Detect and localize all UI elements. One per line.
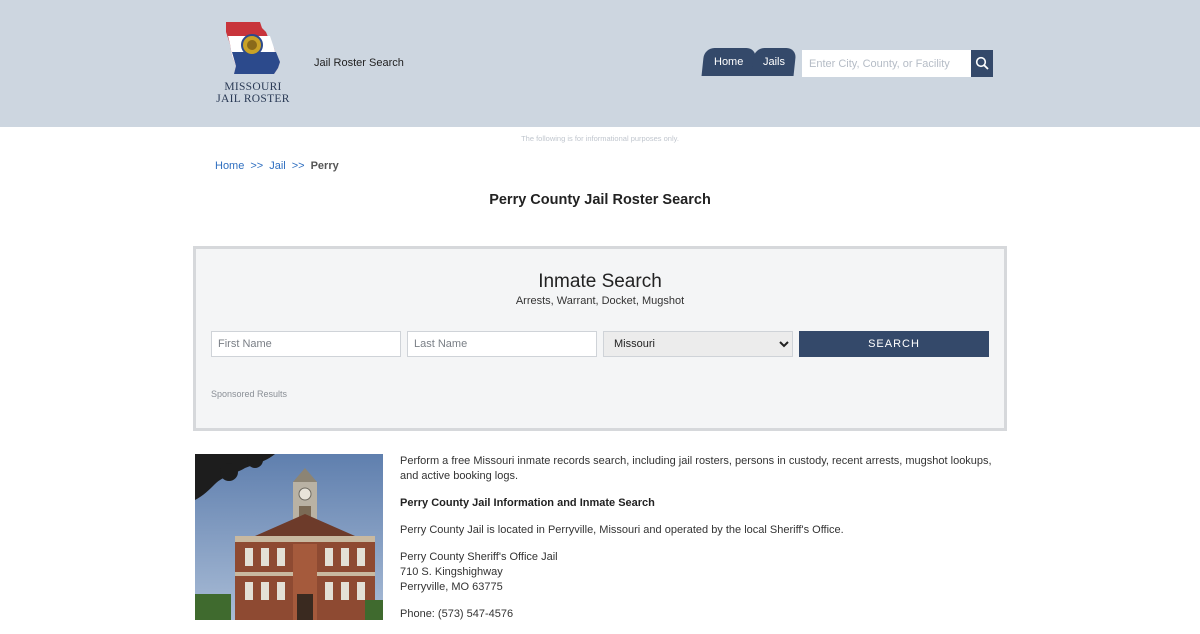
nav-jails-label: Jails xyxy=(762,56,785,68)
facility-search-button[interactable] xyxy=(971,50,993,77)
first-name-input[interactable] xyxy=(211,331,401,357)
page-title: Perry County Jail Roster Search xyxy=(489,192,711,208)
informational-notice: The following is for informational purpo… xyxy=(521,134,679,143)
address-facility-name: Perry County Sheriff's Office Jail xyxy=(400,551,558,563)
inmate-search-subtitle: Arrests, Warrant, Docket, Mugshot xyxy=(515,295,685,307)
breadcrumb-home-link[interactable]: Home xyxy=(215,160,244,172)
courthouse-image-icon xyxy=(195,454,383,620)
location-paragraph: Perry County Jail is located in Perryvil… xyxy=(400,524,844,536)
logo-line-1: MISSOURI xyxy=(224,81,282,93)
logo-wordmark: MISSOURI JAIL ROSTER xyxy=(210,81,296,105)
breadcrumb-separator: >> xyxy=(291,160,305,172)
nav-home-label: Home xyxy=(714,56,744,68)
nav-jails-tab[interactable]: Jails xyxy=(751,48,797,76)
site-name-link[interactable]: Jail Roster Search xyxy=(314,57,404,69)
site-header: MISSOURI JAIL ROSTER Jail Roster Search … xyxy=(0,0,1200,127)
inmate-search-title: Inmate Search xyxy=(538,271,662,292)
magnifier-icon xyxy=(975,56,989,70)
address-block: Perry County Sheriff's Office Jail 710 S… xyxy=(400,550,1000,595)
nav-home-tab[interactable]: Home xyxy=(701,48,757,76)
inmate-search-button[interactable]: SEARCH xyxy=(799,331,989,357)
county-info-content: Perform a free Missouri inmate records s… xyxy=(400,454,1000,634)
courthouse-photo xyxy=(195,454,383,620)
address-city: Perryville, MO 63775 xyxy=(400,581,503,593)
inmate-search-panel: Inmate Search Arrests, Warrant, Docket, … xyxy=(193,246,1007,431)
state-select[interactable]: Missouri xyxy=(603,331,793,357)
breadcrumb-jail-link[interactable]: Jail xyxy=(269,160,286,172)
breadcrumb-separator: >> xyxy=(250,160,264,172)
last-name-input[interactable] xyxy=(407,331,597,357)
breadcrumb-current: Perry xyxy=(310,160,339,172)
facility-search-input[interactable] xyxy=(802,50,972,77)
info-heading: Perry County Jail Information and Inmate… xyxy=(400,497,655,509)
intro-paragraph: Perform a free Missouri inmate records s… xyxy=(400,455,992,482)
sponsored-results-label: Sponsored Results xyxy=(211,389,288,399)
breadcrumb: Home >> Jail >> Perry xyxy=(215,160,339,172)
logo-line-2: JAIL ROSTER xyxy=(216,93,290,105)
address-street: 710 S. Kingshighway xyxy=(400,566,503,578)
